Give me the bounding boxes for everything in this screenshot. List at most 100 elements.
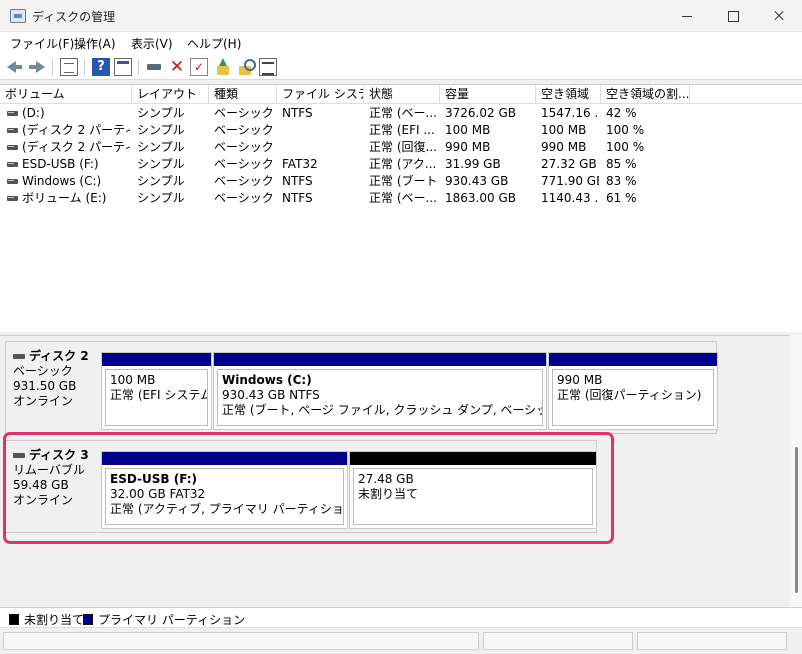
properties-icon[interactable] [114,58,132,76]
scrollbar-thumb[interactable] [795,447,798,593]
column-status[interactable]: 状態 [364,85,440,104]
upload-folder-icon[interactable] [215,58,233,76]
menu-help[interactable]: ヘルプ(H) [187,35,241,52]
disk-2-name: ディスク 2 [13,349,101,364]
partition-windows-c[interactable]: Windows (C:) 930.43 GB NTFS 正常 (ブート, ページ… [213,352,547,430]
volume-layout: シンプル [137,106,185,120]
partition-bar-primary [102,353,211,366]
volume-type: ベーシック [214,157,274,171]
status-bar [0,627,802,654]
menu-action[interactable]: 操作(A) [74,35,116,52]
volume-row[interactable]: ESD-USB (F:) シンプル ベーシック FAT32 正常 (アク... … [0,156,802,173]
disk-3-highlight [3,432,614,544]
disk-2-row[interactable]: ディスク 2 ベーシック 931.50 GB オンライン 100 MB 正常 (… [5,341,718,434]
column-capacity[interactable]: 容量 [440,85,536,104]
column-type[interactable]: 種類 [209,85,277,104]
partition-efi[interactable]: 100 MB 正常 (EFI システム パ [101,352,212,430]
volume-layout: シンプル [137,174,185,188]
volume-layout: シンプル [137,140,185,154]
help-icon[interactable]: ? [92,58,110,76]
column-volume[interactable]: ボリューム [0,85,132,104]
volume-file-system [282,122,362,139]
partition-size: 990 MB [557,373,603,387]
partition-efi-details: 100 MB 正常 (EFI システム パ [105,369,208,426]
legend-unallocated-label: 未割り当て [24,613,85,627]
connect-drive-icon[interactable] [146,58,164,76]
volume-status: 正常 (ベー... [369,191,437,205]
column-free-space[interactable]: 空き領域 [536,85,601,104]
back-icon[interactable] [6,58,24,76]
column-layout[interactable]: レイアウト [132,85,209,104]
toolbar-separator [138,59,139,75]
vertical-scrollbar[interactable] [790,335,802,607]
volume-type: ベーシック [214,174,274,188]
status-cell-main [3,632,479,650]
volume-capacity: 990 MB [445,140,491,154]
volume-free-percent: 42 % [606,106,637,120]
volume-free-percent: 83 % [606,174,637,188]
volume-layout: シンプル [137,123,185,137]
column-free-percent[interactable]: 空き領域の割... [601,85,690,104]
disk-2-type: ベーシック [13,364,73,378]
minimize-button[interactable] [664,0,710,32]
volume-free-percent: 61 % [606,191,637,205]
volume-file-system: NTFS [282,191,313,205]
volume-row[interactable]: ボリューム (E:) シンプル ベーシック NTFS 正常 (ベー... 186… [0,190,802,207]
volume-capacity: 100 MB [445,123,491,137]
legend-bar: 未割り当て プライマリ パーティション [0,607,802,627]
partition-title: Windows (C:) [222,373,312,387]
toolbar: ? ✕ ✓ [0,54,802,80]
partition-bar-primary [214,353,546,366]
partition-size: 930.43 GB NTFS [222,388,320,402]
legend-unallocated: 未割り当て [9,611,84,628]
forward-icon[interactable] [28,58,46,76]
partition-status: 正常 (EFI システム パ [110,388,208,402]
volume-free-space: 1547.16 ... [541,106,599,120]
menu-bar: ファイル(F) 操作(A) 表示(V) ヘルプ(H) [0,32,802,54]
menu-file[interactable]: ファイル(F) [10,35,74,52]
volume-name: (ディスク 2 パーティシ... [22,123,130,137]
maximize-button[interactable] [710,0,756,32]
volume-layout: シンプル [137,157,185,171]
volume-row[interactable]: Windows (C:) シンプル ベーシック NTFS 正常 (ブート... … [0,173,802,190]
search-folder-icon[interactable] [237,58,256,76]
volume-free-space: 771.90 GB [541,174,599,188]
volume-row[interactable]: (ディスク 2 パーティシ... シンプル ベーシック 正常 (回復... 99… [0,139,802,156]
volume-free-percent: 85 % [606,157,637,171]
list-view-icon[interactable] [60,58,78,76]
volume-row[interactable]: (D:) シンプル ベーシック NTFS 正常 (ベー... 3726.02 G… [0,105,802,122]
partition-recovery[interactable]: 990 MB 正常 (回復パーティション) [548,352,718,430]
window-title: ディスクの管理 [32,10,116,24]
delete-icon[interactable]: ✕ [168,58,186,76]
legend-primary-partition: プライマリ パーティション [83,611,245,628]
volume-free-space: 27.32 GB [541,157,597,171]
title-bar: ディスクの管理 [0,0,802,32]
volume-capacity: 1863.00 GB [445,191,516,205]
volume-free-percent: 100 % [606,123,645,137]
volume-status: 正常 (ベー... [369,106,437,120]
column-file-system[interactable]: ファイル システム [277,85,364,104]
check-icon[interactable]: ✓ [190,58,208,76]
close-button[interactable] [756,0,802,32]
volume-row[interactable]: (ディスク 2 パーティシ... シンプル ベーシック 正常 (EFI ... … [0,122,802,139]
disk-icon [13,354,25,359]
volume-type: ベーシック [214,123,274,137]
volume-status: 正常 (ブート... [369,174,438,188]
volume-name: ESD-USB (F:) [22,157,99,171]
disk-2-label[interactable]: ディスク 2 ベーシック 931.50 GB オンライン [6,342,101,433]
menu-view[interactable]: 表示(V) [131,35,173,52]
status-cell-secondary [483,632,633,650]
volume-file-system: FAT32 [282,157,318,171]
legend-swatch-primary [83,614,93,625]
volume-type: ベーシック [214,191,274,205]
status-cell-tertiary [637,632,787,650]
volume-name: (ディスク 2 パーティシ... [22,140,130,154]
partition-windows-details: Windows (C:) 930.43 GB NTFS 正常 (ブート, ページ… [217,369,543,426]
settings-icon[interactable] [259,58,277,76]
volume-free-space: 990 MB [541,140,587,154]
volume-status: 正常 (アク... [369,157,437,171]
volume-name: ボリューム (E:) [22,191,107,205]
volume-type: ベーシック [214,106,274,120]
partition-recovery-details: 990 MB 正常 (回復パーティション) [552,369,714,426]
disk-management-app-icon [10,9,26,23]
